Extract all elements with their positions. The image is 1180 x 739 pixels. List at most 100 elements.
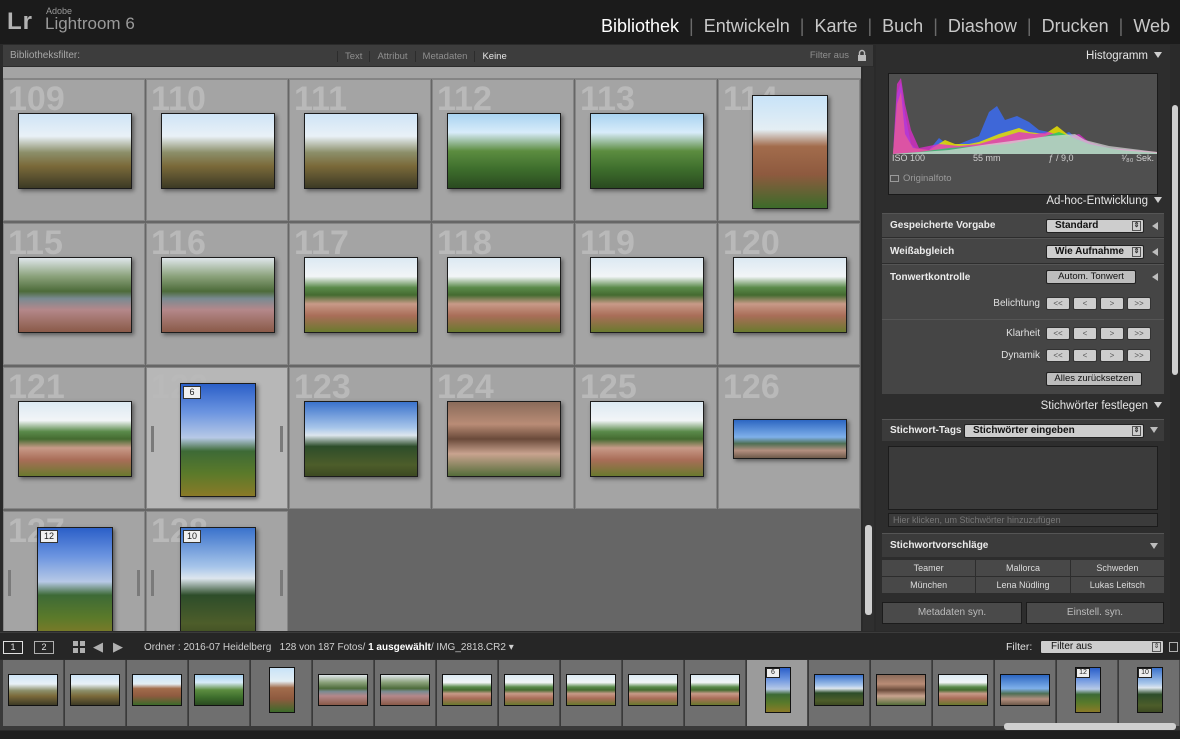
- grid-cell[interactable]: 1226: [146, 367, 288, 509]
- keyword-suggestion[interactable]: München: [882, 577, 976, 593]
- photo-thumbnail[interactable]: [733, 419, 847, 459]
- filmstrip-cell[interactable]: [561, 660, 622, 726]
- stack-handle[interactable]: [137, 570, 140, 596]
- filmstrip-cell[interactable]: 6: [747, 660, 808, 726]
- photo-thumbnail[interactable]: [447, 113, 561, 189]
- grid-cell[interactable]: 116: [146, 223, 288, 365]
- white-balance-dropdown[interactable]: Wie Aufnahme ⇕: [1046, 245, 1144, 259]
- filter-option-keine[interactable]: Keine: [474, 50, 513, 62]
- filmstrip-cell[interactable]: [189, 660, 250, 726]
- filmstrip-filter-dropdown[interactable]: Filter aus ⇕: [1040, 640, 1164, 654]
- filmstrip-toggle-icon[interactable]: [1169, 642, 1178, 652]
- grid-cell[interactable]: 112: [432, 79, 574, 221]
- filmstrip-thumbnail[interactable]: [814, 674, 864, 706]
- sync-settings-button[interactable]: Einstell. syn.: [1026, 602, 1164, 624]
- module-buch[interactable]: Buch: [872, 16, 933, 37]
- step-up-large[interactable]: >>: [1127, 349, 1151, 362]
- sync-metadata-button[interactable]: Metadaten syn.: [882, 602, 1022, 624]
- keyword-suggestion[interactable]: Mallorca: [976, 560, 1070, 576]
- step-up[interactable]: >: [1100, 349, 1124, 362]
- keyword-suggestion[interactable]: Teamer: [882, 560, 976, 576]
- filmstrip-thumbnail[interactable]: [1000, 674, 1050, 706]
- photo-thumbnail[interactable]: [18, 401, 132, 477]
- grid-cell[interactable]: 110: [146, 79, 288, 221]
- grid-scrollbar[interactable]: [863, 67, 874, 631]
- screen-1-button[interactable]: 1: [3, 641, 23, 654]
- filmstrip-thumbnail[interactable]: [132, 674, 182, 706]
- grid-cell[interactable]: 125: [575, 367, 717, 509]
- grid-cell[interactable]: 121: [3, 367, 145, 509]
- collapse-icon[interactable]: [1150, 427, 1158, 433]
- screen-2-button[interactable]: 2: [34, 641, 54, 654]
- original-photo-toggle[interactable]: Originalfoto: [890, 173, 952, 184]
- stack-handle[interactable]: [151, 426, 154, 452]
- filmstrip-thumbnail[interactable]: [628, 674, 678, 706]
- filmstrip-thumbnail[interactable]: [442, 674, 492, 706]
- filmstrip-thumbnail[interactable]: [8, 674, 58, 706]
- module-web[interactable]: Web: [1123, 16, 1180, 37]
- filmstrip-cell[interactable]: [127, 660, 188, 726]
- stack-handle[interactable]: [280, 426, 283, 452]
- grid-cell[interactable]: 109: [3, 79, 145, 221]
- expand-left-icon[interactable]: [1152, 222, 1158, 230]
- quick-develop-header[interactable]: Ad-hoc-Entwicklung: [880, 190, 1166, 212]
- stack-count-badge[interactable]: 10: [183, 530, 201, 543]
- module-bibliothek[interactable]: Bibliothek: [591, 16, 689, 37]
- photo-thumbnail[interactable]: [590, 257, 704, 333]
- grid-cell[interactable]: 120: [718, 223, 860, 365]
- photo-thumbnail[interactable]: [161, 113, 275, 189]
- step-up[interactable]: >: [1100, 297, 1124, 310]
- panel-scrollbar[interactable]: [1170, 45, 1180, 631]
- keyword-suggestion[interactable]: Lukas Leitsch: [1070, 577, 1164, 593]
- histogram-header[interactable]: Histogramm: [880, 45, 1166, 67]
- keyword-text-area[interactable]: [888, 446, 1158, 510]
- saved-preset-dropdown[interactable]: Standard ⇕: [1046, 219, 1144, 233]
- keywording-header[interactable]: Stichwörter festlegen: [880, 395, 1166, 417]
- step-up[interactable]: >: [1100, 327, 1124, 340]
- filmstrip-cell[interactable]: [809, 660, 870, 726]
- photo-thumbnail[interactable]: [18, 257, 132, 333]
- filmstrip-cell[interactable]: [871, 660, 932, 726]
- panel-scrollbar-thumb[interactable]: [1172, 105, 1178, 375]
- module-karte[interactable]: Karte: [804, 16, 867, 37]
- photo-thumbnail[interactable]: [590, 113, 704, 189]
- step-down[interactable]: <: [1073, 297, 1097, 310]
- photo-thumbnail[interactable]: [447, 257, 561, 333]
- photo-thumbnail[interactable]: [447, 401, 561, 477]
- filter-option-attribut[interactable]: Attribut: [369, 50, 414, 62]
- filter-option-text[interactable]: Text: [337, 50, 369, 62]
- step-up-large[interactable]: >>: [1127, 297, 1151, 310]
- filmstrip-thumbnail[interactable]: [194, 674, 244, 706]
- step-down[interactable]: <: [1073, 327, 1097, 340]
- filmstrip-cell[interactable]: [995, 660, 1056, 726]
- grid-cell[interactable]: 119: [575, 223, 717, 365]
- stack-handle[interactable]: [280, 570, 283, 596]
- lock-icon[interactable]: [857, 49, 867, 62]
- photo-thumbnail[interactable]: [304, 401, 418, 477]
- photo-thumbnail[interactable]: [180, 383, 256, 497]
- filmstrip-thumbnail[interactable]: [876, 674, 926, 706]
- reset-all-button[interactable]: Alles zurücksetzen: [1046, 372, 1142, 386]
- filmstrip-thumbnail[interactable]: [318, 674, 368, 706]
- expand-left-icon[interactable]: [1152, 273, 1158, 281]
- stack-count-badge[interactable]: 6: [183, 386, 201, 399]
- filmstrip-cell[interactable]: [65, 660, 126, 726]
- keyword-input-hint[interactable]: Hier klicken, um Stichwörter hinzuzufüge…: [888, 513, 1158, 527]
- keyword-tags-dropdown[interactable]: Stichwörter eingeben ⇕: [964, 424, 1144, 438]
- filmstrip-thumbnail[interactable]: [269, 667, 295, 713]
- forward-arrow-icon[interactable]: ▶: [113, 640, 123, 653]
- photo-thumbnail[interactable]: [18, 113, 132, 189]
- filmstrip-thumbnail[interactable]: [938, 674, 988, 706]
- stack-count-badge[interactable]: 12: [1076, 668, 1090, 678]
- filmstrip-cell[interactable]: [685, 660, 746, 726]
- grid-cell[interactable]: 114: [718, 79, 860, 221]
- filter-off-dropdown[interactable]: Filter aus: [810, 50, 849, 61]
- filmstrip-thumbnail[interactable]: [70, 674, 120, 706]
- grid-cell[interactable]: 117: [289, 223, 431, 365]
- grid-cell[interactable]: 115: [3, 223, 145, 365]
- grid-cell[interactable]: 12810: [146, 511, 288, 631]
- grid-cell[interactable]: 111: [289, 79, 431, 221]
- filmstrip-thumbnail[interactable]: [380, 674, 430, 706]
- filter-option-metadaten[interactable]: Metadaten: [414, 50, 475, 62]
- filmstrip-cell[interactable]: [437, 660, 498, 726]
